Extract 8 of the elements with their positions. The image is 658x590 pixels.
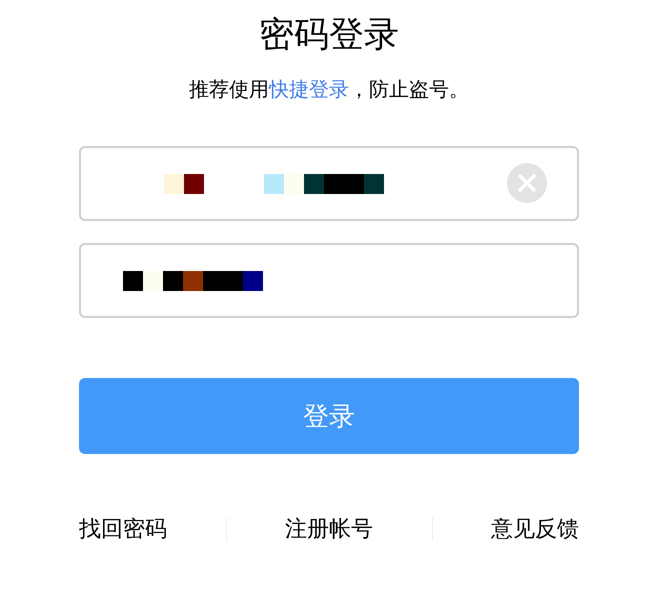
footer-link[interactable]: 找回密码 bbox=[79, 514, 167, 544]
page-title: 密码登录 bbox=[259, 14, 399, 57]
footer-link[interactable]: 意见反馈 bbox=[491, 514, 579, 544]
account-field[interactable] bbox=[79, 146, 579, 221]
hint-text: 推荐使用快捷登录，防止盗号。 bbox=[189, 76, 469, 102]
quick-login-link[interactable]: 快捷登录 bbox=[269, 77, 349, 101]
password-field[interactable] bbox=[79, 243, 579, 318]
footer-link[interactable]: 注册帐号 bbox=[285, 514, 373, 544]
